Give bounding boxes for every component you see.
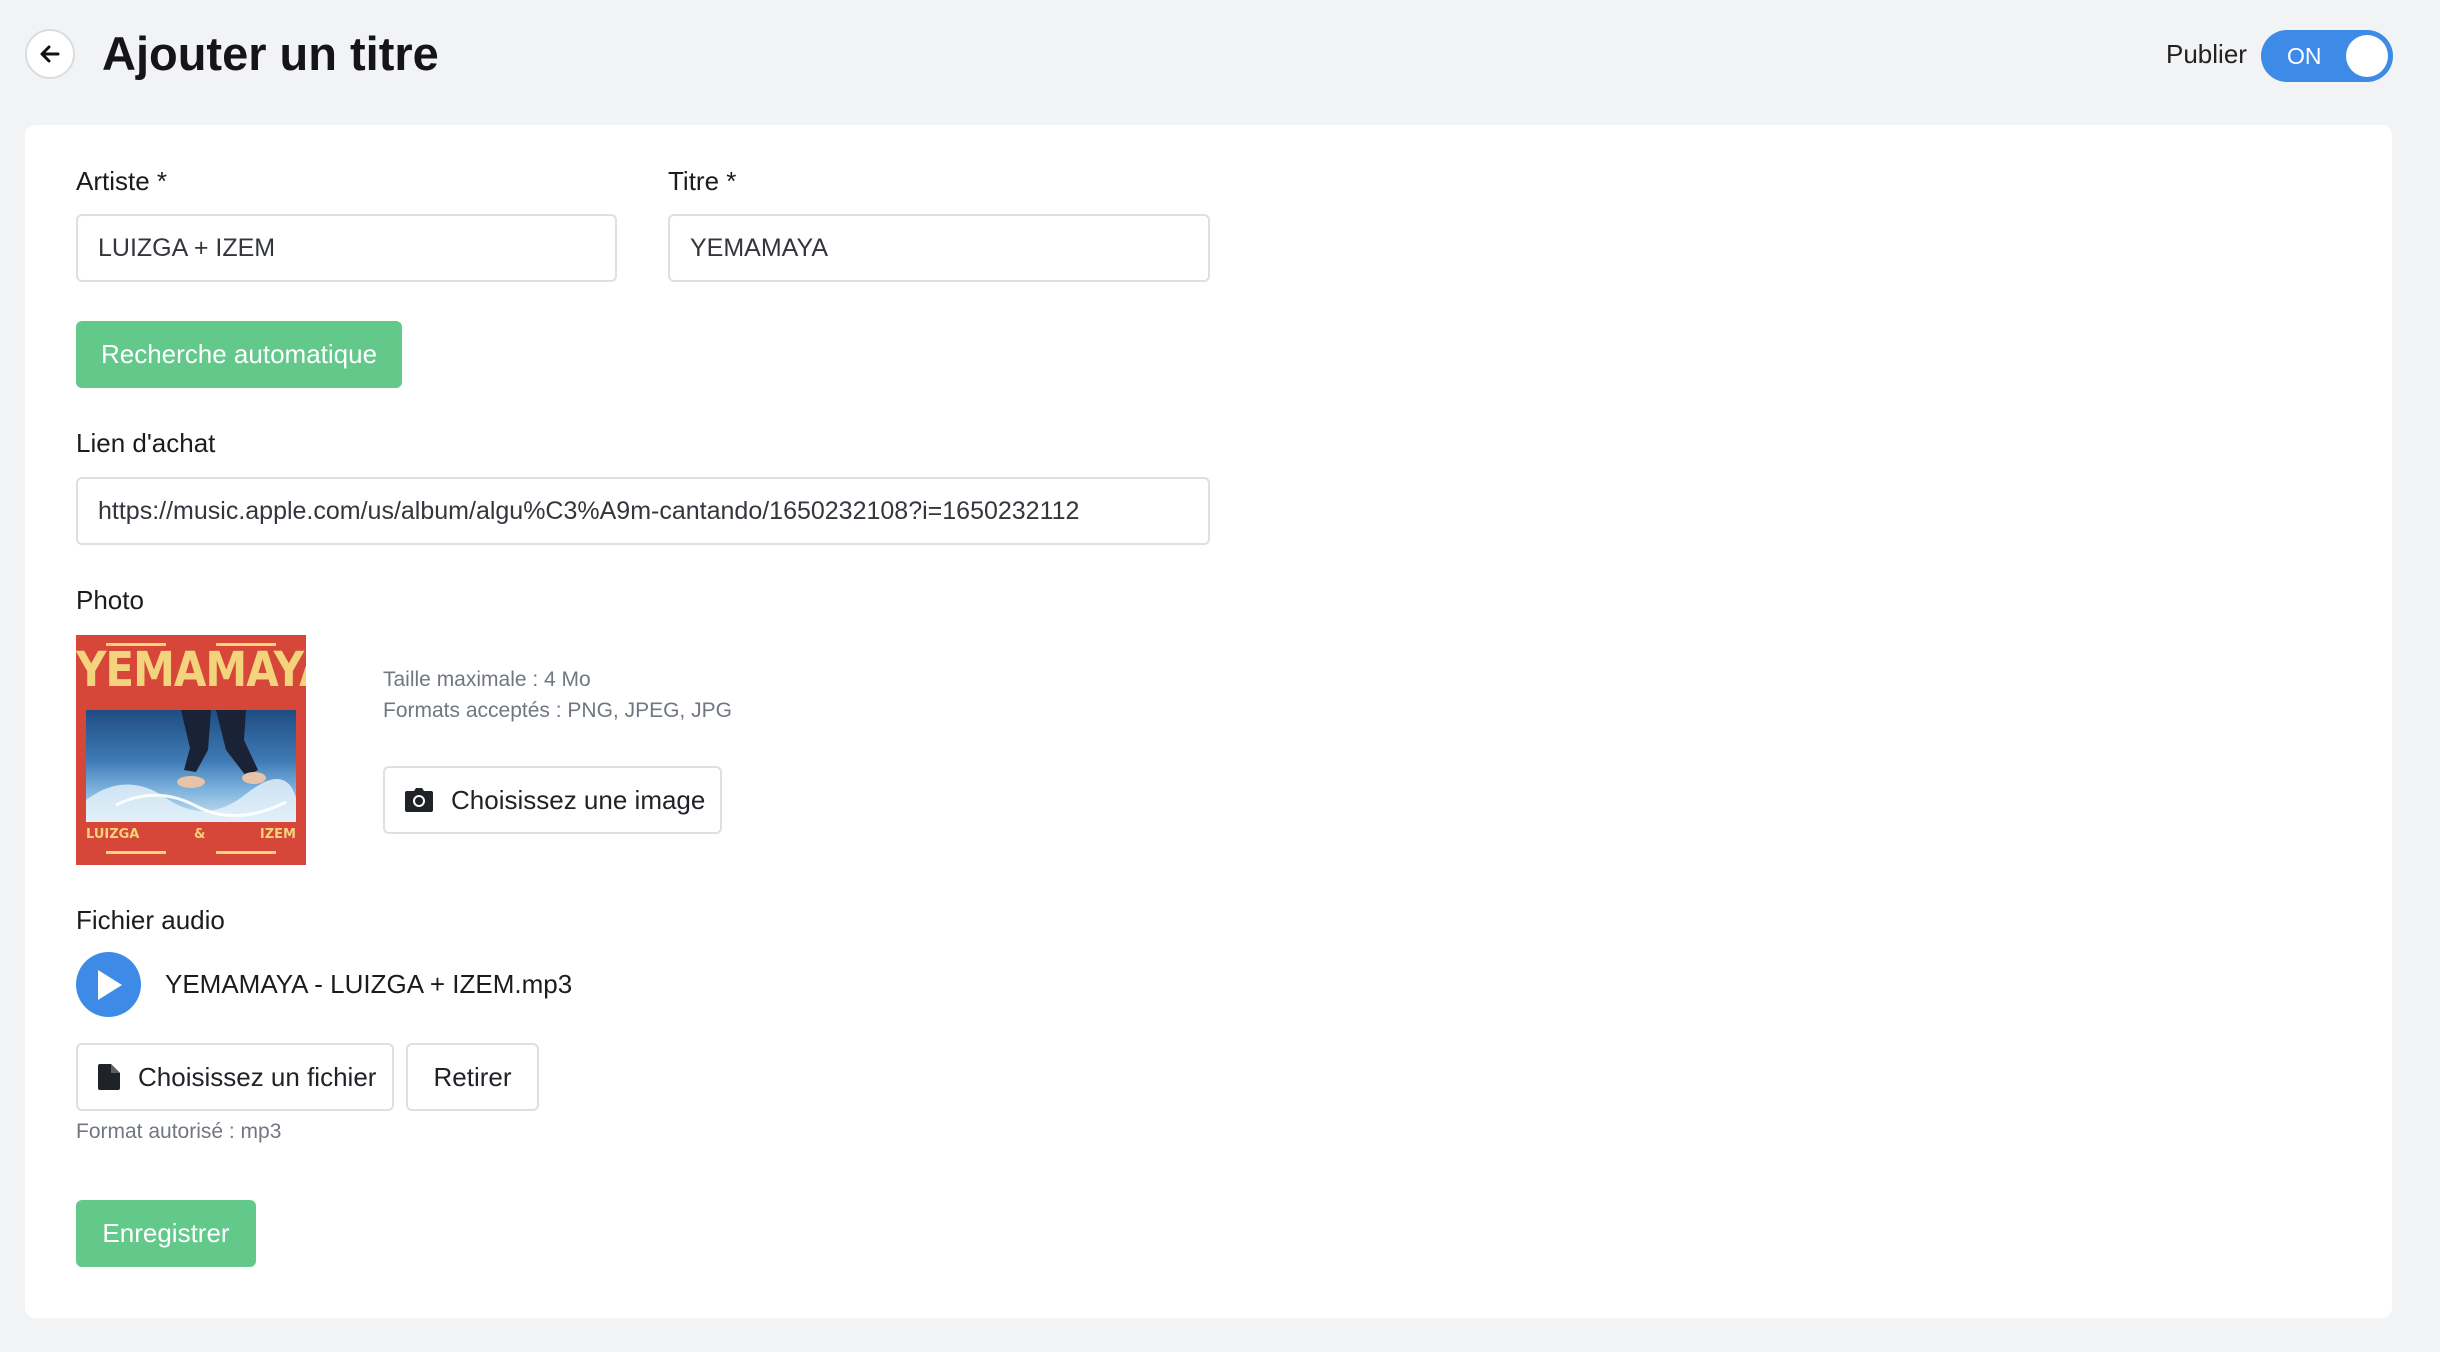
camera-icon xyxy=(405,788,433,812)
title-label: Titre * xyxy=(668,166,737,196)
photo-label: Photo xyxy=(76,585,144,615)
page-header: Ajouter un titre Publier ON xyxy=(0,0,2440,120)
form-card: Artiste * LUIZGA + IZEM Titre * YEMAMAYA… xyxy=(25,125,2392,1318)
cover-photo xyxy=(86,710,296,822)
arrow-left-icon xyxy=(40,45,60,63)
save-button[interactable]: Enregistrer xyxy=(76,1200,256,1267)
artist-input[interactable]: LUIZGA + IZEM xyxy=(76,214,617,282)
play-button[interactable] xyxy=(76,952,141,1017)
toggle-knob xyxy=(2346,35,2388,77)
cover-footer: LUIZGA & IZEM xyxy=(76,827,306,842)
choose-image-button[interactable]: Choisissez une image xyxy=(383,766,722,834)
album-cover-image: YEMAMAYA LUIZGA & IZEM xyxy=(76,635,306,865)
choose-file-label: Choisissez un fichier xyxy=(138,1061,377,1092)
purchase-link-label: Lien d'achat xyxy=(76,428,216,458)
publish-label: Publier xyxy=(2166,39,2247,69)
cover-decor-line xyxy=(106,851,166,854)
play-icon xyxy=(97,969,122,1000)
back-button[interactable] xyxy=(25,29,75,79)
photo-max-size: Taille maximale : 4 Mo xyxy=(383,668,591,691)
cover-artist-left: LUIZGA xyxy=(86,827,140,842)
audio-format-hint: Format autorisé : mp3 xyxy=(76,1120,282,1143)
cover-ampersand: & xyxy=(193,827,206,842)
audio-label: Fichier audio xyxy=(76,905,225,935)
purchase-link-input[interactable]: https://music.apple.com/us/album/algu%C3… xyxy=(76,477,1210,545)
page-title: Ajouter un titre xyxy=(102,27,439,80)
cover-decor-line xyxy=(216,851,276,854)
toggle-state-text: ON xyxy=(2287,43,2322,69)
file-icon xyxy=(98,1064,120,1090)
audio-filename: YEMAMAYA - LUIZGA + IZEM.mp3 xyxy=(165,969,573,999)
cover-artist-right: IZEM xyxy=(259,827,296,842)
photo-formats: Formats acceptés : PNG, JPEG, JPG xyxy=(383,699,732,722)
choose-file-button[interactable]: Choisissez un fichier xyxy=(76,1043,394,1111)
remove-file-button[interactable]: Retirer xyxy=(406,1043,539,1111)
title-input[interactable]: YEMAMAYA xyxy=(668,214,1210,282)
cover-title-text: YEMAMAYA xyxy=(76,641,306,698)
publish-toggle[interactable]: ON xyxy=(2261,30,2393,82)
choose-image-label: Choisissez une image xyxy=(451,784,706,815)
auto-search-button[interactable]: Recherche automatique xyxy=(76,321,402,388)
legs-splash-illustration xyxy=(86,710,296,822)
artist-label: Artiste * xyxy=(76,166,168,196)
